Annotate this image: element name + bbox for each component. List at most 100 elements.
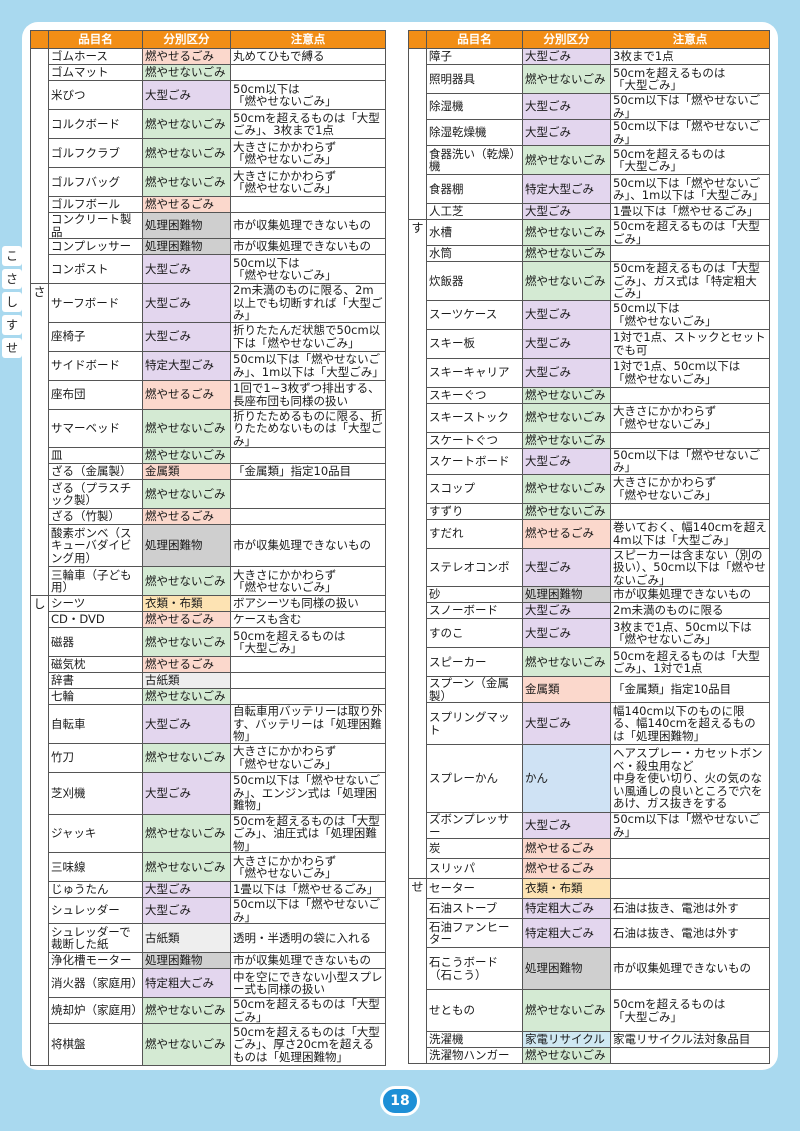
item-name: ゴルフバッグ	[48, 167, 143, 197]
item-category: 大型ごみ	[522, 447, 611, 475]
item-name: スキー板	[426, 328, 523, 359]
table-row: 将棋盤 燃やせないごみ 50cmを超えるものは「大型ごみ」、厚さ20cmを超えるもの…	[31, 1023, 386, 1066]
item-name: 除湿機	[426, 93, 523, 120]
item-note: 石油は抜き、電池は外す	[610, 898, 770, 919]
right-table: 品目名 分別区分 注意点 障子 大型ごみ 3枚まで1点 照明器具 燃やせないごみ 50cm…	[408, 30, 770, 1064]
table-row: 水筒 燃やせないごみ	[409, 245, 770, 262]
table-row: スキーストック 燃やせないごみ 大きさにかかわらず 「燃やせないごみ」	[409, 402, 770, 433]
item-name: コンクリート製品	[48, 212, 143, 239]
item-name: 焼却炉（家庭用）	[48, 997, 143, 1024]
item-note: 透明・半透明の袋に入れる	[230, 923, 386, 953]
item-category: 燃やせないごみ	[522, 402, 611, 433]
item-name: ざる（金属製）	[48, 463, 143, 480]
item-category: 古紙類	[142, 672, 231, 689]
item-category: 特定粗大ごみ	[522, 898, 611, 919]
index-tab: す	[2, 315, 22, 335]
item-category: 燃やせないごみ	[142, 447, 231, 464]
item-category: 大型ごみ	[142, 321, 231, 352]
item-category: 処理困難物	[142, 524, 231, 567]
item-category: 大型ごみ	[142, 704, 231, 744]
item-category: 燃やせるごみ	[522, 518, 611, 549]
table-row: すだれ 燃やせるごみ 巻いておく、幅140cmを超え4m以下は「大型ごみ」	[409, 518, 770, 549]
item-category: 大型ごみ	[142, 254, 231, 284]
item-name: 酸素ボンベ（スキューバダイビング用）	[48, 524, 143, 567]
table-row: CD・DVD 燃やせるごみ ケースも含む	[31, 611, 386, 628]
item-category: 大型ごみ	[522, 618, 611, 648]
item-category: 処理困難物	[142, 238, 231, 255]
item-category: 金属類	[142, 463, 231, 480]
table-row: すずり 燃やせないごみ	[409, 502, 770, 520]
item-category: 古紙類	[142, 923, 231, 953]
item-category: 燃やせないごみ	[522, 431, 611, 449]
header-kana	[30, 30, 49, 49]
item-note	[610, 838, 770, 859]
item-note: 市が収集処理できないもの	[230, 212, 386, 239]
item-category: 燃やせないごみ	[142, 627, 231, 657]
item-name: サーフボード	[48, 283, 143, 323]
table-row: シュレッダーで裁断した紙 古紙類 透明・半透明の袋に入れる	[31, 923, 386, 953]
item-note: 2m未満のものに限る、2m以上でも切断すれば「大型ごみ」	[230, 283, 386, 323]
item-name: スコップ	[426, 473, 523, 504]
item-note	[610, 858, 770, 879]
item-category: 金属類	[522, 676, 611, 703]
item-category: 大型ごみ	[522, 547, 611, 587]
item-category: 大型ごみ	[142, 771, 231, 815]
item-note	[230, 479, 386, 509]
right-header-row: 品目名 分別区分 注意点	[408, 30, 770, 49]
item-category: 燃やせないごみ	[522, 989, 611, 1032]
table-row: 消火器（家庭用） 特定粗大ごみ 中を空にできない小型スプレー式も同様の扱い	[31, 968, 386, 998]
item-category: 燃やせないごみ	[522, 502, 611, 520]
item-name: ざる（プラスチック製）	[48, 479, 143, 509]
item-category: 燃やせないごみ	[522, 261, 611, 301]
table-row: コンクリート製品 処理困難物 市が収集処理できないもの	[31, 212, 386, 239]
table-row: ジャッキ 燃やせないごみ 50cmを超えるものは「大型ごみ」、油圧式は「処理困難物」	[31, 813, 386, 853]
item-category: 燃やせないごみ	[142, 742, 231, 773]
item-note: 大きさにかかわらず 「燃やせないごみ」	[230, 167, 386, 197]
item-name: 三輪車（子ども用）	[48, 566, 143, 596]
table-row: ズボンプレッサー 大型ごみ 50cm以下は「燃やせないごみ」	[409, 812, 770, 839]
index-tabs: こさしすせ	[2, 246, 22, 361]
item-category: 燃やせないごみ	[142, 109, 231, 139]
table-row: スプレーかん かん ヘアスプレー・カセットボンベ・殺虫用など 中身を使い切り、火の気…	[409, 744, 770, 813]
item-name: 洗濯機	[426, 1031, 523, 1048]
header-category: 分別区分	[142, 30, 231, 49]
table-row: 竹刀 燃やせないごみ 大きさにかかわらず 「燃やせないごみ」	[31, 742, 386, 773]
item-note: 折りたためるものに限る、折りたためないものは「大型ごみ」	[230, 408, 386, 448]
item-name: 水筒	[426, 245, 523, 262]
item-category: 燃やせないごみ	[522, 473, 611, 504]
index-tab: せ	[2, 338, 22, 358]
item-name: 食器洗い（乾燥）機	[426, 145, 523, 175]
item-category: 燃やせないごみ	[142, 167, 231, 197]
item-note: 1畳以下は「燃やせるごみ」	[610, 203, 770, 220]
kana-group-label: せ	[408, 878, 427, 1064]
item-note: 50cm以下は 「燃やせないごみ」	[610, 299, 770, 330]
item-category: 燃やせるごみ	[522, 858, 611, 879]
table-row: 三味線 燃やせないごみ 大きさにかかわらず 「燃やせないごみ」	[31, 852, 386, 882]
item-category: 燃やせるごみ	[142, 379, 231, 410]
item-name: 消火器（家庭用）	[48, 968, 143, 998]
item-note: 50cmを超えるものは 「大型ごみ」	[230, 627, 386, 657]
table-row: じゅうたん 大型ごみ 1畳以下は「燃やせるごみ」	[31, 881, 386, 898]
item-note: 50cmを超えるものは「大型ごみ」	[610, 219, 770, 246]
item-note: 50cm以下は「燃やせないごみ」、エンジン式は「処理困難物」	[230, 771, 386, 815]
item-note	[230, 688, 386, 705]
item-category: 燃やせるごみ	[142, 611, 231, 628]
item-note: 1畳以下は「燃やせるごみ」	[230, 881, 386, 898]
table-row: コンポスト 大型ごみ 50cm以下は 「燃やせないごみ」	[31, 254, 386, 284]
item-note: 1対で1点、50cm以下は 「燃やせないごみ」	[610, 357, 770, 388]
item-name: ゴルフクラブ	[48, 138, 143, 168]
item-name: 座椅子	[48, 321, 143, 352]
item-note: 50cmを超えるものは「大型ごみ」、厚さ20cmを超えるものは「処理困難物」	[230, 1023, 386, 1066]
item-name: じゅうたん	[48, 881, 143, 898]
item-category: 燃やせないごみ	[142, 852, 231, 882]
item-note: 2m未満のものに限る	[610, 602, 770, 619]
item-name: 洗濯物ハンガー	[426, 1047, 523, 1064]
item-category: 燃やせないごみ	[522, 145, 611, 175]
item-category: 特定粗大ごみ	[142, 968, 231, 998]
table-row: ざる（金属製） 金属類 「金属類」指定10品目	[31, 463, 386, 480]
table-row: ゴムマット 燃やせないごみ	[31, 64, 386, 81]
item-note: 幅140cm以下のものに限る、幅140cmを超えるものは「処理困難物」	[610, 702, 770, 745]
item-note: 50cmを超えるものは 「大型ごみ」	[610, 989, 770, 1032]
item-name: スプレーかん	[426, 744, 523, 813]
item-note: 50cmを超えるものは「大型ごみ」	[230, 997, 386, 1024]
